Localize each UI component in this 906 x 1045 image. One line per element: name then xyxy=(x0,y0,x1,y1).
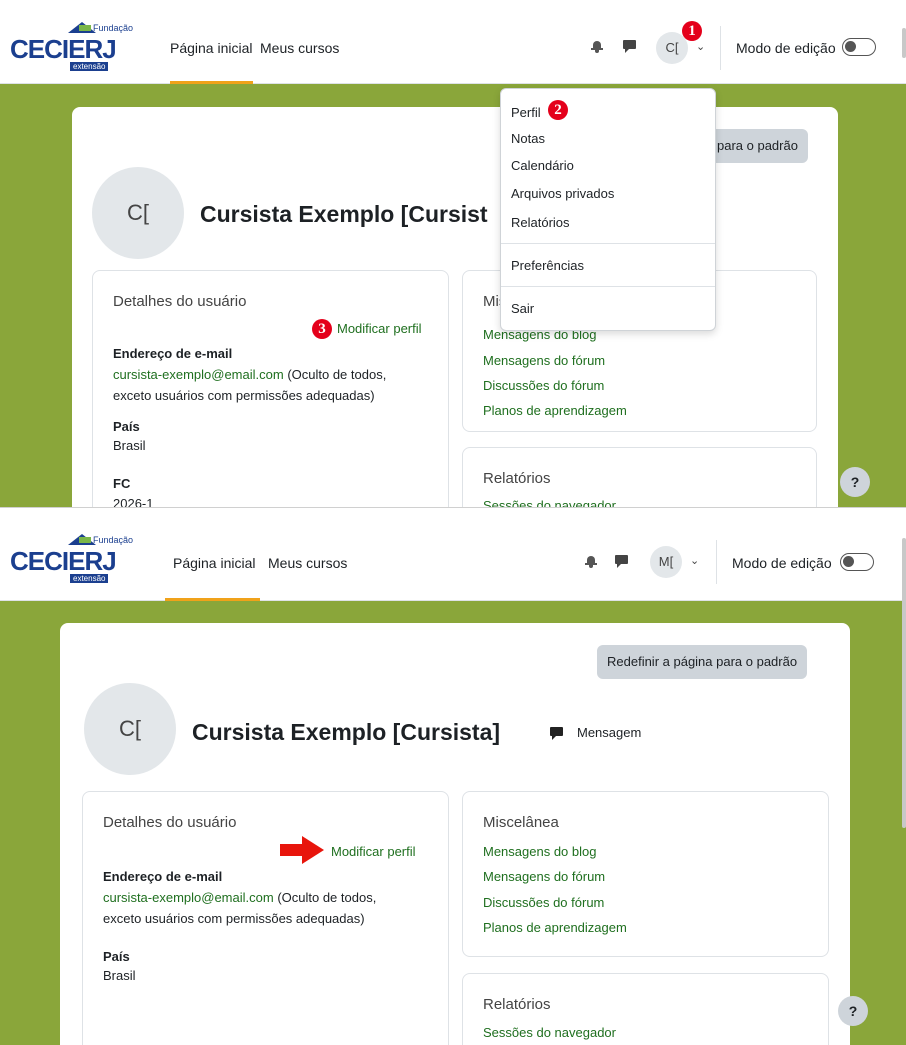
screenshot-step-2: Fundação CECIERJ extensão Página inicial… xyxy=(0,518,906,1045)
navbar-divider xyxy=(716,540,717,584)
reset-page-button[interactable]: Redefinir a página para o padrão xyxy=(597,645,808,679)
email-visibility-note: (Oculto de todos, xyxy=(273,890,377,905)
misc-link-learning-plans[interactable]: Planos de aprendizagem xyxy=(483,920,627,935)
user-details-section: Detalhes do usuário Modificar perfil End… xyxy=(82,791,449,1045)
edit-mode-label: Modo de edição xyxy=(732,555,832,571)
email-visibility-note-cont: exceto usuários com permissões adequadas… xyxy=(113,388,375,403)
edit-mode-toggle[interactable] xyxy=(840,553,874,571)
screenshot-step-1: Fundação CECIERJ extensão Página inicial… xyxy=(0,0,906,508)
misc-section: Miscelânea Mensagens do blog Mensagens d… xyxy=(462,791,829,957)
reset-page-button[interactable]: para o padrão xyxy=(707,129,808,163)
profile-full-name: Cursista Exemplo [Cursist xyxy=(200,201,488,227)
profile-avatar: C[ xyxy=(84,683,176,775)
reports-section: Relatórios Sessões do navegador xyxy=(462,447,817,507)
misc-link-forum-posts[interactable]: Mensagens do fórum xyxy=(483,869,605,884)
nav-home-link[interactable]: Página inicial xyxy=(173,555,256,571)
menu-item-reports[interactable]: Relatórios xyxy=(511,215,570,230)
email-line-1: cursista-exemplo@email.com (Oculto de to… xyxy=(113,367,386,382)
menu-item-preferences[interactable]: Preferências xyxy=(511,258,584,273)
country-value: Brasil xyxy=(113,438,146,453)
country-value: Brasil xyxy=(103,968,136,983)
logo-roof-accent xyxy=(79,25,91,31)
user-details-title: Detalhes do usuário xyxy=(103,814,237,831)
logo-main-text: CECIERJ xyxy=(10,546,117,576)
reports-title: Relatórios xyxy=(483,470,551,487)
country-label: País xyxy=(103,949,130,964)
email-visibility-note-cont: exceto usuários com permissões adequadas… xyxy=(103,911,365,926)
help-button[interactable]: ? xyxy=(840,467,870,497)
nav-my-courses-link[interactable]: Meus cursos xyxy=(268,555,347,571)
email-visibility-note: (Oculto de todos, xyxy=(283,367,387,382)
bell-icon[interactable] xyxy=(585,556,597,568)
reports-link-browser-sessions[interactable]: Sessões do navegador xyxy=(483,498,616,507)
scrollbar-thumb[interactable] xyxy=(902,28,906,58)
edit-profile-link[interactable]: Modificar perfil xyxy=(331,844,416,859)
logo-top-text: Fundação xyxy=(93,535,134,545)
active-nav-indicator xyxy=(170,81,253,84)
menu-item-grades[interactable]: Notas xyxy=(511,131,545,146)
email-link[interactable]: cursista-exemplo@email.com xyxy=(113,367,284,382)
logo-main-text: CECIERJ xyxy=(10,34,117,64)
nav-my-courses-link[interactable]: Meus cursos xyxy=(260,40,339,56)
user-details-title: Detalhes do usuário xyxy=(113,293,247,310)
navbar: Fundação CECIERJ extensão Página inicial… xyxy=(0,0,906,84)
menu-item-profile[interactable]: Perfil xyxy=(511,105,541,120)
logo-top-text: Fundação xyxy=(93,23,134,33)
step-badge-2: 2 xyxy=(548,100,568,120)
scrollbar-thumb[interactable] xyxy=(902,538,906,828)
nav-home-link[interactable]: Página inicial xyxy=(170,40,253,56)
site-logo[interactable]: Fundação CECIERJ extensão xyxy=(10,534,142,584)
logo-roof-accent xyxy=(79,537,91,543)
help-button[interactable]: ? xyxy=(838,996,868,1026)
reports-title: Relatórios xyxy=(483,996,551,1013)
reports-link-browser-sessions[interactable]: Sessões do navegador xyxy=(483,1025,616,1040)
bell-icon[interactable] xyxy=(591,41,603,53)
email-label: Endereço de e-mail xyxy=(103,869,223,884)
misc-link-forum-discussions[interactable]: Discussões do fórum xyxy=(483,378,604,393)
menu-item-calendar[interactable]: Calendário xyxy=(511,158,574,173)
fc-label: FC xyxy=(113,476,131,491)
user-details-section: Detalhes do usuário Modificar perfil End… xyxy=(92,270,449,508)
chevron-down-icon[interactable]: ⌄ xyxy=(690,554,699,567)
menu-divider xyxy=(501,243,715,244)
misc-link-forum-posts[interactable]: Mensagens do fórum xyxy=(483,353,605,368)
user-avatar[interactable]: M[ xyxy=(650,546,682,578)
menu-divider xyxy=(501,286,715,287)
profile-card: Redefinir a página para o padrão C[ Curs… xyxy=(60,623,850,1045)
logo-sub-text: extensão xyxy=(70,62,109,71)
pointer-arrow xyxy=(280,836,324,864)
message-icon[interactable] xyxy=(550,727,563,740)
misc-link-forum-discussions[interactable]: Discussões do fórum xyxy=(483,895,604,910)
profile-full-name: Cursista Exemplo [Cursista] xyxy=(192,719,501,745)
chevron-down-icon[interactable]: ⌄ xyxy=(696,40,705,53)
step-badge-1: 1 xyxy=(682,21,702,41)
email-line-1: cursista-exemplo@email.com (Oculto de to… xyxy=(103,890,376,905)
misc-link-learning-plans[interactable]: Planos de aprendizagem xyxy=(483,403,627,418)
chat-icon[interactable] xyxy=(623,40,636,53)
profile-avatar: C[ xyxy=(92,167,184,259)
email-label: Endereço de e-mail xyxy=(113,346,233,361)
misc-title: Miscelânea xyxy=(483,814,559,831)
country-label: País xyxy=(113,419,140,434)
reports-section: Relatórios Sessões do navegador xyxy=(462,973,829,1045)
logo-sub-text: extensão xyxy=(70,574,109,583)
edit-mode-toggle[interactable] xyxy=(842,38,876,56)
misc-link-blog[interactable]: Mensagens do blog xyxy=(483,844,596,859)
navbar-divider xyxy=(720,26,721,70)
send-message-button[interactable]: Mensagem xyxy=(577,725,641,740)
user-menu-dropdown: Perfil Notas Calendário Arquivos privado… xyxy=(500,88,716,331)
fc-value: 2026-1 xyxy=(113,496,154,508)
site-logo[interactable]: Fundação CECIERJ extensão xyxy=(10,22,142,72)
edit-mode-label: Modo de edição xyxy=(736,40,836,56)
menu-item-private-files[interactable]: Arquivos privados xyxy=(511,186,614,201)
navbar: Fundação CECIERJ extensão Página inicial… xyxy=(0,518,906,601)
email-link[interactable]: cursista-exemplo@email.com xyxy=(103,890,274,905)
chat-icon[interactable] xyxy=(615,555,628,568)
active-nav-indicator xyxy=(165,598,260,601)
menu-item-logout[interactable]: Sair xyxy=(511,301,534,316)
step-badge-3: 3 xyxy=(312,319,332,339)
profile-card: para o padrão C[ Cursista Exemplo [Cursi… xyxy=(72,107,838,508)
edit-profile-link[interactable]: Modificar perfil xyxy=(337,321,422,336)
